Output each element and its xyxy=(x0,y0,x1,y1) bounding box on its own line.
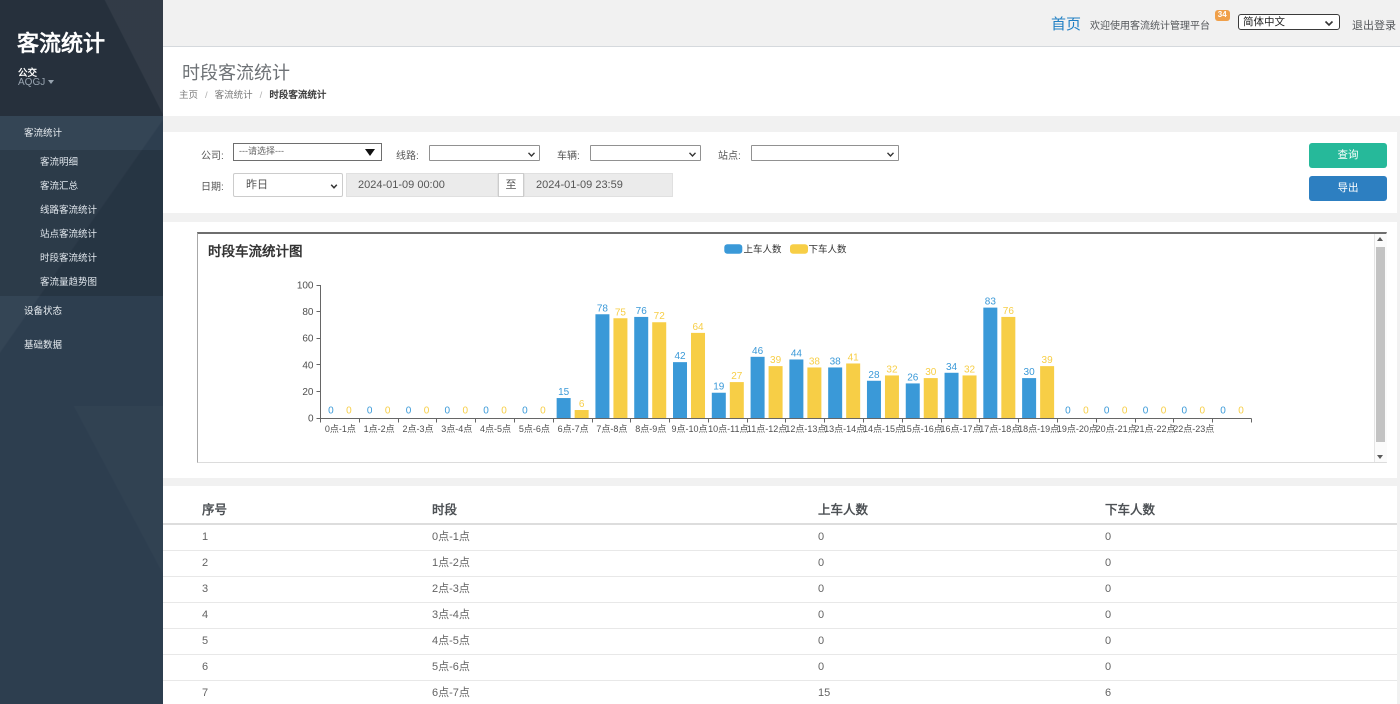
svg-text:16点-17点: 16点-17点 xyxy=(941,424,982,434)
svg-text:0: 0 xyxy=(1104,406,1110,417)
svg-text:39: 39 xyxy=(770,355,782,366)
svg-text:19点-20点: 19点-20点 xyxy=(1057,424,1098,434)
svg-text:0: 0 xyxy=(1083,406,1089,417)
svg-text:44: 44 xyxy=(791,348,803,359)
svg-text:32: 32 xyxy=(886,364,898,375)
svg-text:42: 42 xyxy=(674,351,686,362)
svg-text:72: 72 xyxy=(654,311,666,322)
svg-text:2点-3点: 2点-3点 xyxy=(402,424,433,434)
svg-text:下车人数: 下车人数 xyxy=(809,244,848,256)
svg-text:60: 60 xyxy=(302,334,314,345)
svg-text:6: 6 xyxy=(579,399,585,410)
svg-text:17点-18点: 17点-18点 xyxy=(979,424,1020,434)
svg-text:11点-12点: 11点-12点 xyxy=(747,424,787,434)
svg-text:0: 0 xyxy=(1220,406,1226,417)
svg-text:0: 0 xyxy=(1181,406,1187,417)
svg-text:0: 0 xyxy=(346,406,352,417)
svg-text:0: 0 xyxy=(483,406,489,417)
svg-text:38: 38 xyxy=(830,356,842,367)
svg-text:0: 0 xyxy=(522,406,528,417)
svg-text:46: 46 xyxy=(752,346,764,357)
svg-text:14点-15点: 14点-15点 xyxy=(863,424,904,434)
svg-text:34: 34 xyxy=(946,362,958,373)
svg-text:30: 30 xyxy=(1024,367,1036,378)
svg-text:76: 76 xyxy=(1003,306,1015,317)
svg-text:64: 64 xyxy=(692,322,704,333)
svg-text:76: 76 xyxy=(636,306,648,317)
svg-text:40: 40 xyxy=(302,360,314,371)
svg-text:5点-6点: 5点-6点 xyxy=(519,424,550,434)
svg-text:19: 19 xyxy=(713,382,725,393)
svg-text:15点-16点: 15点-16点 xyxy=(902,424,943,434)
svg-text:0: 0 xyxy=(444,406,450,417)
svg-text:0: 0 xyxy=(1161,406,1167,417)
svg-text:10点-11点: 10点-11点 xyxy=(708,424,748,434)
svg-text:0: 0 xyxy=(1238,406,1244,417)
svg-text:13点-14点: 13点-14点 xyxy=(824,424,865,434)
svg-text:0: 0 xyxy=(385,406,391,417)
svg-text:3点-4点: 3点-4点 xyxy=(441,424,472,434)
svg-text:20点-21点: 20点-21点 xyxy=(1096,424,1137,434)
svg-text:22点-23点: 22点-23点 xyxy=(1173,424,1214,434)
svg-text:1点-2点: 1点-2点 xyxy=(364,424,395,434)
svg-text:0: 0 xyxy=(540,406,546,417)
svg-text:32: 32 xyxy=(964,364,976,375)
svg-text:100: 100 xyxy=(297,281,314,292)
svg-text:6点-7点: 6点-7点 xyxy=(558,424,589,434)
svg-text:0: 0 xyxy=(462,406,468,417)
svg-text:9点-10点: 9点-10点 xyxy=(671,424,707,434)
svg-text:30: 30 xyxy=(925,367,937,378)
svg-text:0: 0 xyxy=(308,414,314,425)
svg-text:上车人数: 上车人数 xyxy=(744,244,783,256)
svg-text:12点-13点: 12点-13点 xyxy=(785,424,826,434)
svg-text:8点-9点: 8点-9点 xyxy=(635,424,666,434)
svg-text:83: 83 xyxy=(985,297,997,308)
svg-text:38: 38 xyxy=(809,356,821,367)
svg-text:0: 0 xyxy=(1199,406,1205,417)
svg-text:4点-5点: 4点-5点 xyxy=(480,424,511,434)
svg-text:0: 0 xyxy=(367,406,373,417)
svg-text:75: 75 xyxy=(615,307,627,318)
svg-text:0: 0 xyxy=(1065,406,1071,417)
svg-text:0: 0 xyxy=(424,406,430,417)
svg-text:27: 27 xyxy=(731,371,743,382)
svg-text:15: 15 xyxy=(558,387,570,398)
svg-text:0: 0 xyxy=(501,406,507,417)
svg-text:18点-19点: 18点-19点 xyxy=(1018,424,1059,434)
svg-text:20: 20 xyxy=(302,387,314,398)
svg-text:80: 80 xyxy=(302,307,314,318)
svg-text:0: 0 xyxy=(328,406,334,417)
svg-text:26: 26 xyxy=(907,372,919,383)
svg-text:41: 41 xyxy=(848,352,860,363)
svg-text:78: 78 xyxy=(597,303,609,314)
svg-text:7点-8点: 7点-8点 xyxy=(596,424,627,434)
svg-text:0: 0 xyxy=(406,406,412,417)
svg-text:0: 0 xyxy=(1122,406,1128,417)
svg-text:0点-1点: 0点-1点 xyxy=(325,424,356,434)
svg-text:21点-22点: 21点-22点 xyxy=(1134,424,1175,434)
svg-text:39: 39 xyxy=(1042,355,1054,366)
svg-text:0: 0 xyxy=(1143,406,1149,417)
svg-text:28: 28 xyxy=(868,370,880,381)
